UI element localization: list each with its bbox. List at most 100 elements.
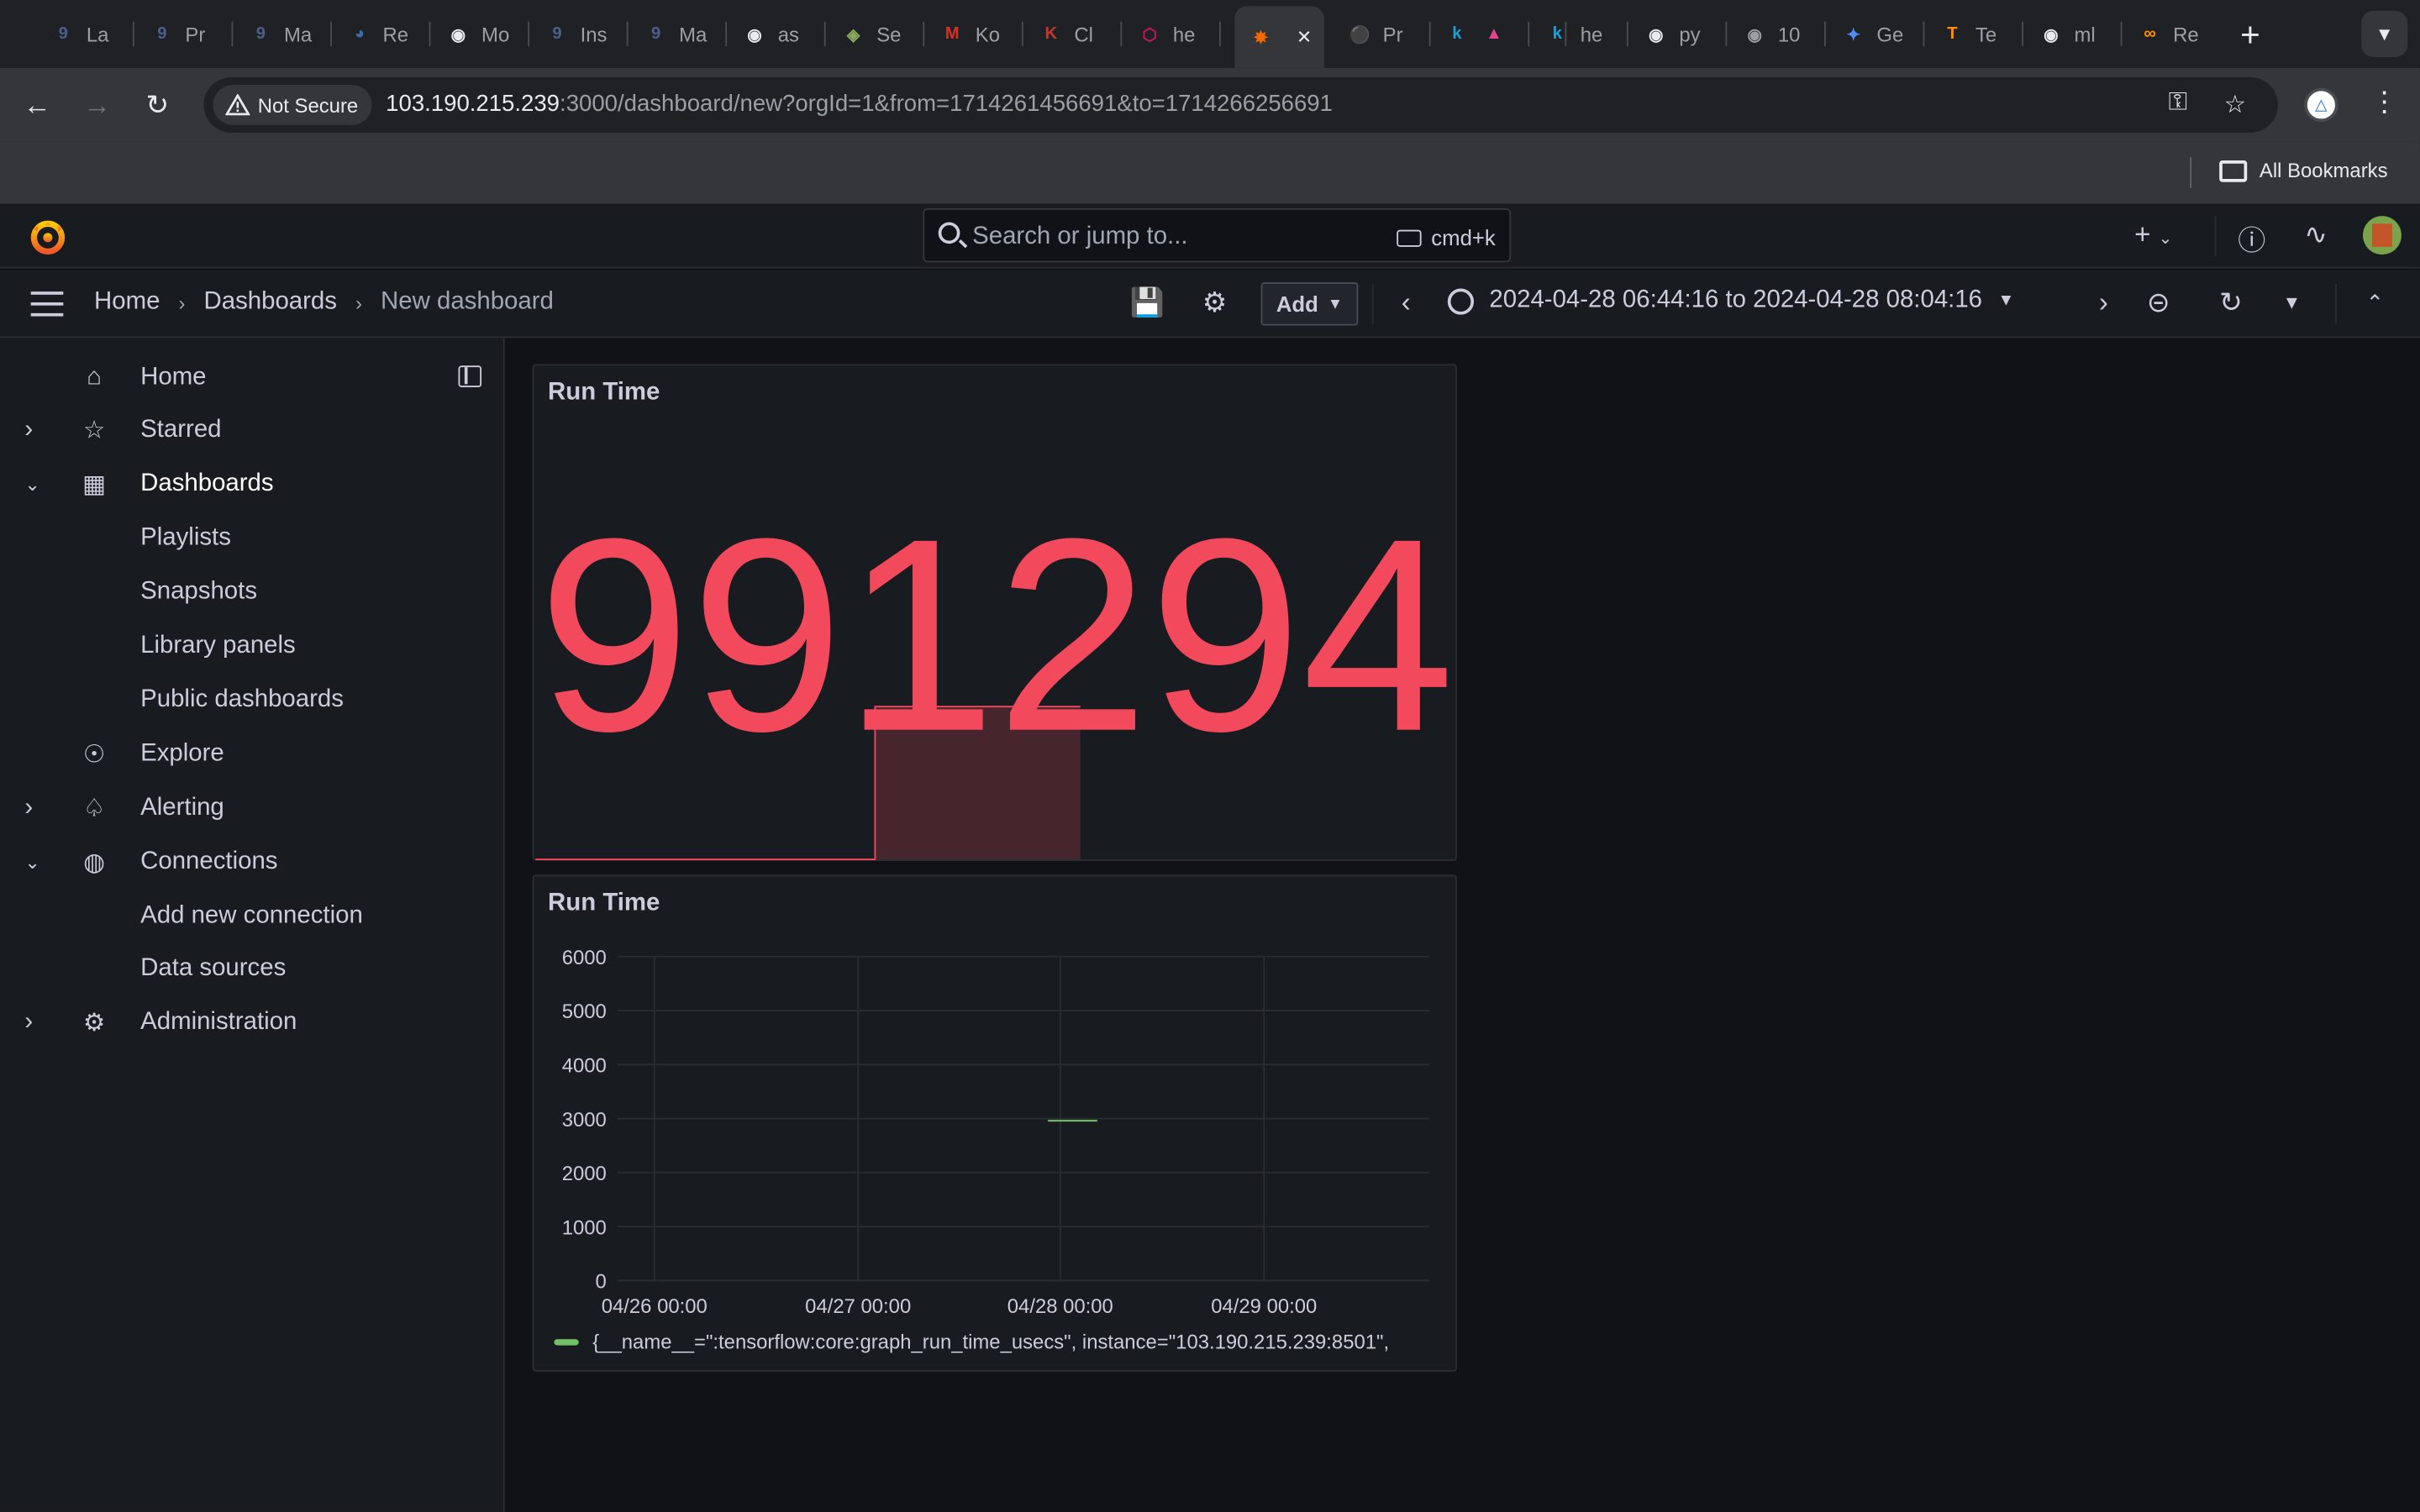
browser-tab-label: Se	[876, 22, 902, 46]
sidebar-item-label: Playlists	[140, 524, 231, 552]
sidebar-item-library-panels[interactable]: Library panels	[0, 619, 505, 673]
browser-tab-20[interactable]: T Te	[1926, 9, 2018, 59]
y-tick-label: 0	[596, 1271, 607, 1294]
tab-separator	[429, 21, 431, 47]
back-icon[interactable]: ←	[18, 87, 55, 123]
help-icon[interactable]: ⓘ	[2238, 219, 2265, 260]
chevron-right-icon[interactable]: ›	[24, 794, 33, 822]
chevron-right-icon[interactable]: ›	[24, 1010, 33, 1037]
save-dashboard-icon[interactable]: 💾	[1129, 287, 1164, 320]
all-bookmarks-button[interactable]: All Bookmarks	[2219, 159, 2388, 182]
address-bar[interactable]: Not Secure 103.190.215.239:3000/dashboar…	[203, 76, 2278, 133]
browser-tab-9[interactable]: M Ko	[926, 9, 1018, 59]
search-icon	[938, 222, 960, 244]
sidebar-item-connections[interactable]: ⌄ ◍ Connections	[0, 835, 505, 889]
sidebar-item-administration[interactable]: › ⚙ Administration	[0, 996, 505, 1050]
browser-tab-17[interactable]: ◉ py	[1630, 9, 1723, 59]
legend-label[interactable]: {__name__=":tensorflow:core:graph_run_ti…	[592, 1331, 1389, 1353]
breadcrumb-home[interactable]: Home	[94, 288, 160, 316]
chevron-down-icon[interactable]: ⌄	[24, 851, 39, 873]
bookmarks-bar: All Bookmarks	[0, 141, 2420, 204]
reload-icon[interactable]: ↻	[139, 87, 176, 123]
new-menu-button[interactable]: + ⌄	[2134, 219, 2172, 252]
chevron-right-icon: ›	[178, 291, 186, 314]
search-input[interactable]: Search or jump to... cmd+k	[923, 207, 1512, 263]
zoom-out-icon[interactable]: ⊝	[2147, 287, 2170, 320]
browser-tab-3[interactable]: ◕ Re	[334, 9, 426, 59]
tab-separator	[1626, 21, 1628, 47]
browser-tab-10[interactable]: K Cl	[1025, 9, 1118, 59]
forward-icon[interactable]: →	[79, 87, 116, 123]
browser-menu-icon[interactable]: ⋮	[2370, 87, 2398, 119]
browser-tab-6[interactable]: 9 Ma	[629, 9, 722, 59]
browser-tab-12[interactable]: ✸ ✕	[1234, 6, 1324, 68]
time-back-icon[interactable]: ‹	[1402, 287, 1411, 320]
browser-tab-1[interactable]: 9 Pr	[136, 9, 229, 59]
menu-toggle-icon[interactable]	[30, 291, 64, 324]
warning-icon	[225, 94, 250, 116]
refresh-icon[interactable]: ↻	[2219, 287, 2243, 320]
browser-tab-11[interactable]: ⬡ he	[1123, 9, 1216, 59]
sidebar-item-snapshots[interactable]: Snapshots	[0, 565, 505, 619]
grafana-logo-icon[interactable]	[28, 216, 68, 256]
browser-tab-8[interactable]: ◈ Se	[827, 9, 919, 59]
sidebar-item-label: Connections	[140, 848, 278, 874]
collapse-chevron-up-icon[interactable]: ⌃	[2366, 290, 2385, 316]
news-rss-icon[interactable]: ∿	[2304, 219, 2328, 252]
chevron-right-icon[interactable]: ›	[24, 417, 33, 445]
browser-tab-0[interactable]: 9 La	[37, 9, 129, 59]
stat-value: 991294	[538, 482, 1455, 789]
close-tab-icon[interactable]: ✕	[1297, 26, 1312, 48]
time-range-picker[interactable]: 2024-04-28 06:44:16 to 2024-04-28 08:04:…	[1447, 287, 2014, 315]
user-avatar[interactable]	[2362, 216, 2402, 255]
add-button[interactable]: Add ▼	[1260, 282, 1359, 326]
tab-separator	[1428, 21, 1431, 47]
sidebar-item-explore[interactable]: ☉ Explore	[0, 727, 505, 781]
browser-tab-label: Ge	[1876, 22, 1904, 46]
star-icon: ☆	[82, 418, 106, 445]
sidebar-item-dashboards[interactable]: ⌄ ▦ Dashboards	[0, 458, 505, 512]
tab-separator	[1823, 21, 1826, 47]
chevron-down-icon[interactable]: ⌄	[24, 474, 39, 496]
sidebar-item-public-dashboards[interactable]: Public dashboards	[0, 674, 505, 727]
github-icon: ◉	[1648, 25, 1664, 45]
browser-tab-5[interactable]: 9 Ins	[531, 9, 623, 59]
browser-tab-18[interactable]: ◉ 10	[1728, 9, 1821, 59]
refresh-interval-chevron-icon[interactable]: ▼	[2282, 291, 2301, 313]
legend-swatch	[554, 1339, 579, 1346]
security-chip[interactable]: Not Secure	[213, 85, 372, 125]
browser-tab-13[interactable]: ⚫ Pr	[1334, 9, 1426, 59]
tab-separator	[330, 21, 332, 47]
browser-tab-14[interactable]: k	[1432, 9, 1469, 59]
sidebar-item-data-sources[interactable]: Data sources	[0, 942, 505, 996]
browser-tab-21[interactable]: ◉ ml	[2025, 9, 2118, 59]
browser-tab-15[interactable]: ▲	[1470, 9, 1507, 59]
password-key-icon[interactable]: ⚿	[2169, 90, 2187, 118]
profile-avatar[interactable]: △	[2304, 87, 2338, 123]
sidebar-item-home[interactable]: ⌂ Home	[0, 350, 505, 404]
time-forward-icon[interactable]: ›	[2099, 287, 2108, 320]
stat-panel[interactable]: Run Time 991294	[532, 364, 1457, 861]
tab-separator	[923, 21, 925, 47]
new-tab-button[interactable]: +	[2235, 15, 2266, 55]
tab-separator	[2022, 21, 2023, 47]
sidebar-item-alerting[interactable]: › ♤ Alerting	[0, 781, 505, 835]
sidebar-item-add-new-connection[interactable]: Add new connection	[0, 889, 505, 942]
browser-tab-2[interactable]: 9 Ma	[234, 9, 327, 59]
browser-tab-19[interactable]: ✦ Ge	[1828, 9, 1920, 59]
breadcrumb-dashboards[interactable]: Dashboards	[204, 288, 337, 316]
sidebar-item-playlists[interactable]: Playlists	[0, 512, 505, 565]
sidebar-item-label: Library panels	[140, 633, 296, 659]
browser-tab-7[interactable]: ◉ as	[729, 9, 821, 59]
toolbar-divider	[2334, 283, 2337, 324]
browser-tab-16[interactable]: k he	[1531, 9, 1623, 59]
keyboard-icon	[1397, 228, 1423, 246]
browser-tab-4[interactable]: ◉ Mo	[432, 9, 524, 59]
bookmark-star-icon[interactable]: ☆	[2224, 90, 2246, 121]
sidebar-item-starred[interactable]: › ☆ Starred	[0, 404, 505, 458]
tab-search-button[interactable]: ▼	[2361, 10, 2408, 57]
browser-tab-22[interactable]: ∞ Re	[2123, 9, 2216, 59]
url-text[interactable]: 103.190.215.239:3000/dashboard/new?orgId…	[386, 91, 1333, 117]
settings-gear-icon[interactable]: ⚙	[1202, 287, 1228, 320]
timeseries-panel[interactable]: Run Time 0 1000 2000 3000 4000 5000 6000 04/26 …	[532, 874, 1457, 1372]
